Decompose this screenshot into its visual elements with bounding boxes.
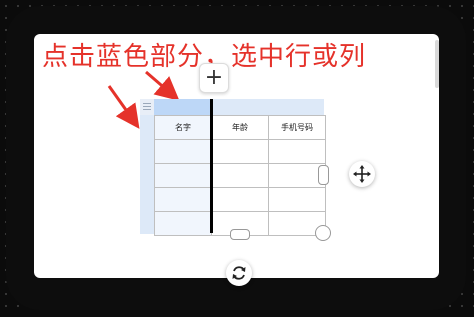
table-row [154,187,326,212]
table-header-cell[interactable]: 名字 [154,115,212,140]
table-header-row: 名字 年龄 手机号码 [154,115,326,140]
resize-handle-bottom[interactable] [230,229,250,240]
table-cell[interactable] [211,187,269,212]
column-border-highlight [210,99,213,233]
table-row [154,139,326,164]
table-cell[interactable] [154,163,212,188]
add-button[interactable]: + [199,63,229,93]
table-cell[interactable] [154,211,212,236]
table-cell[interactable] [211,139,269,164]
table-row [154,163,326,188]
arrow-to-row-handle [107,85,140,129]
table-cell[interactable] [268,187,326,212]
table-corner-handle[interactable] [140,99,154,115]
rotate-button[interactable] [226,260,252,286]
drag-lines-icon [143,103,151,104]
table-header-cell[interactable]: 手机号码 [268,115,326,140]
resize-handle-right[interactable] [318,165,329,185]
table-header-cell[interactable]: 年龄 [211,115,269,140]
arrow-to-column-handle [145,70,180,101]
table-cell[interactable] [211,163,269,188]
move-button[interactable] [349,161,375,187]
move-arrows-icon [353,165,371,183]
table-cell[interactable] [154,187,212,212]
row-select-bar[interactable] [140,115,154,234]
table-cell[interactable] [268,139,326,164]
data-table: 名字 年龄 手机号码 [154,115,326,236]
rotate-icon [232,266,246,280]
resize-handle-corner[interactable] [315,225,331,241]
table-cell[interactable] [154,139,212,164]
column-select-handle-selected[interactable] [154,99,211,115]
plus-icon: + [204,65,224,90]
table-cell[interactable] [268,163,326,188]
